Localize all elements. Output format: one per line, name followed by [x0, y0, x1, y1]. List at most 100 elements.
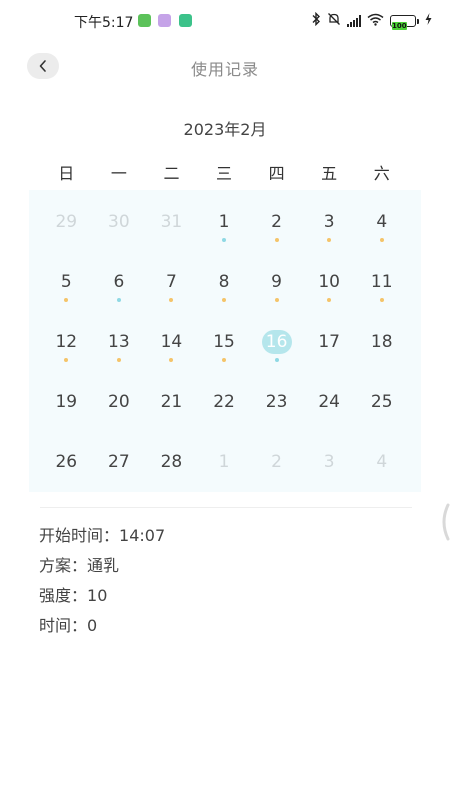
calendar-day[interactable]: 17 — [303, 310, 356, 370]
calendar-day-number: 3 — [323, 212, 335, 232]
record-dot-orange — [222, 298, 227, 302]
calendar-day-number: 30 — [108, 212, 130, 232]
calendar-day[interactable]: 26 — [40, 430, 93, 490]
plan-value: 通乳 — [87, 556, 120, 575]
status-time: 下午5:17 — [74, 15, 134, 31]
calendar-day[interactable]: 4 — [355, 190, 408, 250]
calendar-day-other-month[interactable]: 29 — [40, 190, 93, 250]
calendar-day[interactable]: 11 — [355, 250, 408, 310]
record-dot-orange — [379, 298, 384, 302]
calendar-day-other-month[interactable]: 4 — [355, 430, 408, 490]
record-dot-blue — [222, 238, 227, 242]
calendar-day[interactable]: 1 — [198, 190, 251, 250]
calendar-week-row: 5 6 7 8 9 10 11 — [40, 250, 408, 310]
calendar-day[interactable]: 22 — [198, 370, 251, 430]
calendar-day[interactable]: 5 — [40, 250, 93, 310]
calendar-day-number: 31 — [160, 212, 183, 232]
battery-icon: 100 — [390, 15, 419, 30]
calendar-day[interactable]: 28 — [145, 430, 198, 490]
calendar-day-number: 7 — [166, 272, 177, 292]
calendar-day[interactable]: 8 — [198, 250, 251, 310]
weekday-header: 日 一 二 三 四 五 六 — [40, 160, 408, 184]
calendar-day-number: 9 — [271, 272, 282, 292]
calendar-day[interactable]: 24 — [303, 370, 356, 430]
calendar-day-number: 20 — [108, 392, 130, 412]
calendar-day[interactable]: 13 — [93, 310, 146, 370]
calendar-day[interactable]: 27 — [93, 430, 146, 490]
calendar-day-number: 11 — [370, 272, 393, 292]
calendar-grid: 29 30 31 1 2 3 4 5 6 7 8 9 10 11 12 13 14 15 16 17 18 19 20 21 2… — [29, 190, 421, 492]
calendar-day-other-month[interactable]: 1 — [198, 430, 251, 490]
calendar-day-number: 27 — [108, 452, 130, 472]
calendar-day[interactable]: 23 — [250, 370, 303, 430]
calendar-day-number: 5 — [60, 272, 72, 292]
calendar-day[interactable]: 21 — [145, 370, 198, 430]
intensity-value: 10 — [87, 586, 108, 605]
calendar-day[interactable]: 25 — [355, 370, 408, 430]
weekday-thu: 四 — [268, 164, 285, 183]
page-title: 使用记录 — [190, 60, 259, 79]
calendar-day-number: 2 — [271, 212, 282, 232]
calendar-week-row: 12 13 14 15 16 17 18 — [40, 310, 408, 370]
calendar-day-other-month[interactable]: 31 — [145, 190, 198, 250]
calendar-day-other-month[interactable]: 3 — [303, 430, 356, 490]
record-dot-blue — [274, 358, 279, 362]
duration-label: 时间： — [39, 616, 88, 635]
intensity-label: 强度： — [39, 586, 88, 605]
calendar-day-other-month[interactable]: 2 — [250, 430, 303, 490]
calendar-day-number: 13 — [108, 332, 130, 352]
calendar-day-number: 17 — [318, 332, 340, 352]
weekday-fri: 五 — [321, 164, 338, 183]
start-time-label: 开始时间： — [39, 526, 120, 545]
calendar-day-number: 19 — [55, 392, 78, 412]
calendar-day[interactable]: 10 — [303, 250, 356, 310]
record-dot-orange — [116, 358, 121, 362]
calendar-day[interactable]: 18 — [355, 310, 408, 370]
calendar-day[interactable]: 9 — [250, 250, 303, 310]
edge-swipe-handle[interactable] — [436, 503, 450, 541]
calendar-day-number: 21 — [160, 392, 183, 412]
start-time-row: 开始时间：14:07 — [39, 522, 165, 546]
calendar-day-number: 10 — [318, 272, 340, 292]
calendar-day[interactable]: 2 — [250, 190, 303, 250]
app-icon-teal — [179, 14, 192, 27]
calendar-day[interactable]: 20 — [93, 370, 146, 430]
calendar-day-number: 14 — [160, 332, 183, 352]
record-dot-orange — [274, 238, 279, 242]
duration-row: 时间：0 — [39, 612, 97, 636]
calendar-day[interactable]: 7 — [145, 250, 198, 310]
calendar-day-number: 16 — [261, 330, 292, 354]
calendar-day-number: 26 — [55, 452, 78, 472]
calendar-day-number: 8 — [218, 272, 230, 292]
calendar-day-other-month[interactable]: 30 — [93, 190, 146, 250]
duration-value: 0 — [87, 616, 98, 635]
calendar-day[interactable]: 19 — [40, 370, 93, 430]
calendar-day-number: 1 — [218, 452, 230, 472]
record-dot-orange — [169, 298, 174, 302]
calendar-day[interactable]: 14 — [145, 310, 198, 370]
calendar-day[interactable]: 3 — [303, 190, 356, 250]
record-dot-orange — [64, 298, 69, 302]
calendar-day-number: 6 — [113, 272, 125, 292]
calendar-day-number: 3 — [323, 452, 335, 472]
calendar-day-number: 25 — [370, 392, 393, 412]
weekday-tue: 二 — [163, 164, 180, 183]
calendar-day-number: 4 — [376, 452, 388, 472]
record-dot-orange — [169, 358, 174, 362]
calendar-day-number: 28 — [160, 452, 183, 472]
record-dot-orange — [379, 238, 384, 242]
status-icons: 100 — [311, 11, 432, 30]
battery-level: 100 — [392, 22, 407, 30]
intensity-row: 强度：10 — [39, 582, 107, 606]
calendar-day[interactable]: 12 — [40, 310, 93, 370]
plan-row: 方案：通乳 — [39, 552, 119, 576]
calendar-day-number: 23 — [265, 392, 288, 412]
calendar-day-number: 15 — [213, 332, 235, 352]
calendar-day-number: 12 — [55, 332, 78, 352]
plan-label: 方案： — [39, 556, 88, 575]
record-dot-blue — [116, 298, 121, 302]
calendar-day[interactable]: 6 — [93, 250, 146, 310]
bluetooth-icon — [311, 11, 321, 30]
calendar-day[interactable]: 15 — [198, 310, 251, 370]
calendar-day-today[interactable]: 16 — [250, 310, 303, 370]
